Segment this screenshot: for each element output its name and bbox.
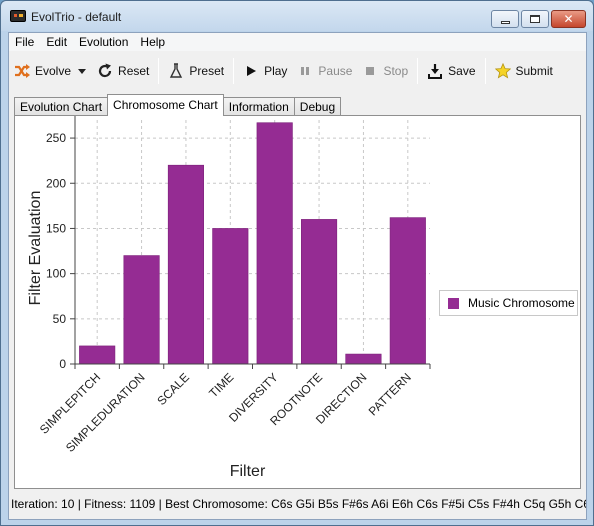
flask-icon (168, 63, 184, 79)
tab-chromosome-chart[interactable]: Chromosome Chart (107, 94, 224, 116)
x-tick-label: SIMPLEDURATION (63, 370, 148, 455)
client-area: File Edit Evolution Help Evolve Reset Pr… (8, 32, 587, 520)
bar (212, 228, 249, 365)
shuffle-icon (14, 63, 30, 79)
evolve-dropdown-icon[interactable] (78, 68, 87, 74)
y-tick-label: 0 (59, 357, 66, 371)
status-bar: Iteration: 10 | Fitness: 1109 | Best Chr… (11, 497, 586, 511)
stop-label: Stop (383, 64, 409, 78)
x-tick-label: SCALE (154, 370, 192, 408)
menu-edit[interactable]: Edit (40, 35, 73, 49)
bar (301, 219, 338, 365)
pause-label: Pause (318, 64, 353, 78)
x-tick-label: PATTERN (366, 370, 414, 418)
y-tick-label: 100 (46, 267, 66, 281)
bar (389, 217, 426, 365)
star-icon (494, 62, 511, 79)
play-button[interactable]: Play (238, 58, 292, 84)
stop-button[interactable]: Stop (357, 58, 413, 84)
menu-evolution[interactable]: Evolution (73, 35, 134, 49)
x-tick-label: TIME (206, 370, 236, 400)
chart-panel: 0 50 100 150 200 250 SIMPLEPITCH SIMPLEDURATION… (14, 115, 581, 489)
tab-information[interactable]: Information (222, 97, 295, 116)
preset-label: Preset (189, 64, 225, 78)
bar (167, 164, 204, 365)
chart-legend: Music Chromosome (439, 290, 578, 316)
legend-swatch (448, 297, 459, 309)
toolbar-separator (484, 58, 486, 84)
save-label: Save (448, 64, 476, 78)
reset-button[interactable]: Reset (92, 58, 154, 84)
bar (123, 255, 160, 365)
y-tick-label: 250 (46, 131, 66, 145)
play-label: Play (264, 64, 288, 78)
play-icon (243, 63, 259, 79)
pause-icon (297, 63, 313, 79)
evolve-button[interactable]: Evolve (9, 58, 76, 84)
tab-debug[interactable]: Debug (293, 97, 342, 116)
reset-label: Reset (118, 64, 150, 78)
download-icon (427, 63, 443, 79)
submit-button[interactable]: Submit (490, 58, 558, 84)
toolbar-separator (158, 58, 160, 84)
x-axis-title: Filter (230, 463, 266, 480)
y-axis-title: Filter Evaluation (27, 191, 44, 306)
toolbar-separator (417, 58, 419, 84)
submit-label: Submit (515, 64, 553, 78)
maximize-icon (530, 15, 540, 23)
minimize-button[interactable] (491, 10, 519, 28)
close-button[interactable]: ✕ (551, 10, 586, 28)
toolbar: Evolve Reset Preset Play Pause Stop Save… (9, 52, 586, 90)
menu-file[interactable]: File (9, 35, 40, 49)
menu-help[interactable]: Help (134, 35, 171, 49)
refresh-icon (97, 63, 113, 79)
evolve-label: Evolve (35, 64, 72, 78)
menu-bar: File Edit Evolution Help (9, 33, 586, 51)
save-button[interactable]: Save (422, 58, 480, 84)
bar (256, 122, 293, 365)
close-icon: ✕ (563, 12, 574, 26)
tab-bar: Evolution Chart Chromosome Chart Informa… (14, 94, 342, 116)
app-window: EvolTrio - default ✕ File Edit Evolution… (0, 0, 594, 526)
legend-label: Music Chromosome (468, 296, 575, 310)
bar (79, 345, 116, 365)
window-title: EvolTrio - default (31, 10, 122, 24)
preset-button[interactable]: Preset (163, 58, 229, 84)
y-tick-label: 200 (46, 176, 66, 190)
y-tick-label: 50 (53, 312, 67, 326)
toolbar-separator (233, 58, 235, 84)
app-icon (10, 10, 26, 22)
bar (345, 353, 382, 365)
y-tick-label: 150 (46, 221, 66, 235)
minimize-icon (500, 20, 510, 24)
stop-icon (362, 63, 378, 79)
pause-button[interactable]: Pause (292, 58, 357, 84)
maximize-button[interactable] (521, 10, 549, 28)
title-bar[interactable]: EvolTrio - default ✕ (1, 1, 593, 31)
tab-evolution-chart[interactable]: Evolution Chart (14, 97, 109, 116)
